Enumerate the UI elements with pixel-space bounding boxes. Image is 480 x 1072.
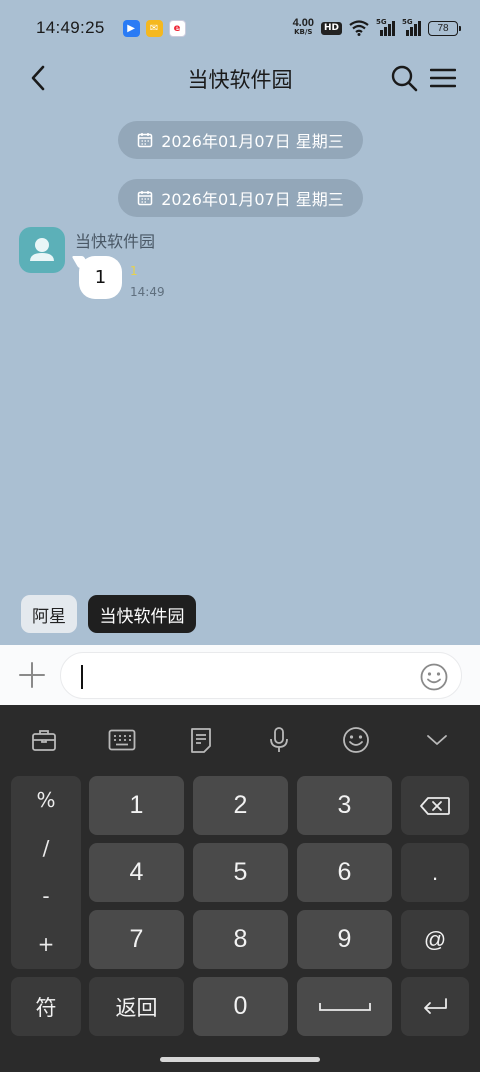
emoji-keyboard-button[interactable]	[341, 725, 371, 755]
space-key[interactable]	[297, 977, 392, 1036]
symbol-key[interactable]: -	[11, 884, 81, 908]
avatar[interactable]	[19, 227, 65, 273]
key-0[interactable]: 0	[193, 977, 288, 1036]
key-2[interactable]: 2	[193, 776, 288, 835]
date-label: 2026年01月07日 星期三	[161, 190, 344, 209]
notification-icons: ▶ ✉ e	[122, 19, 186, 37]
enter-icon	[424, 997, 447, 1014]
mail-notification-icon: ✉	[145, 19, 163, 37]
key-5[interactable]: 5	[193, 843, 288, 902]
date-divider: 2026年01月07日 星期三	[118, 179, 363, 217]
key-4[interactable]: 4	[89, 843, 184, 902]
message-bubble[interactable]: 1	[79, 256, 122, 299]
key-1[interactable]: 1	[89, 776, 184, 835]
add-button[interactable]	[16, 659, 48, 691]
text-caret	[81, 665, 83, 689]
message-text: 1	[94, 267, 107, 288]
symbol-switch-key[interactable]: 符	[11, 977, 81, 1036]
chat-header: 当快软件园	[0, 56, 480, 100]
home-indicator[interactable]	[160, 1057, 320, 1062]
voice-input-button[interactable]	[264, 725, 294, 755]
symbol-column: % / - +	[11, 776, 81, 969]
keyboard-toolbar	[0, 705, 480, 775]
menu-icon	[430, 68, 456, 88]
back-button[interactable]	[22, 62, 54, 94]
search-button[interactable]	[388, 62, 420, 94]
briefcase-icon	[32, 730, 56, 751]
date-divider: 2026年01月07日 星期三	[118, 121, 363, 159]
enter-key[interactable]	[401, 977, 469, 1036]
status-time: 14:49:25	[36, 18, 105, 37]
toolbox-button[interactable]	[29, 725, 59, 755]
user-icon	[30, 238, 54, 261]
symbol-key[interactable]: %	[11, 788, 81, 812]
numeric-keyboard: % / - + 1 2 3 4 5 6 . 7 8 9 @ 符 返回 0	[0, 705, 480, 1072]
plus-icon	[19, 662, 45, 688]
key-3[interactable]: 3	[297, 776, 392, 835]
chevron-left-icon	[31, 65, 45, 91]
microphone-icon	[270, 727, 288, 752]
menu-button[interactable]	[428, 62, 458, 94]
return-key[interactable]: 返回	[89, 977, 184, 1036]
emoji-button[interactable]	[419, 662, 449, 692]
read-count: 1	[130, 264, 138, 278]
backspace-key[interactable]	[401, 776, 469, 835]
status-bar: 14:49:25 ▶ ✉ e 4.00 KB/S HD 5G 5G 78	[0, 0, 480, 56]
search-icon	[391, 65, 418, 92]
keyboard-icon	[108, 729, 136, 751]
calendar-icon	[137, 191, 153, 206]
key-6[interactable]: 6	[297, 843, 392, 902]
smiley-icon	[343, 727, 369, 753]
input-bar	[0, 645, 480, 705]
message-input[interactable]	[60, 652, 462, 699]
key-9[interactable]: 9	[297, 910, 392, 969]
backspace-icon	[420, 796, 450, 815]
document-icon	[191, 728, 211, 753]
message-time: 14:49	[130, 285, 165, 299]
wifi-icon	[349, 20, 369, 36]
quick-reply-chip[interactable]: 阿星	[21, 595, 77, 633]
space-icon	[318, 1002, 371, 1011]
network-speed: 4.00 KB/S	[292, 17, 314, 37]
key-8[interactable]: 8	[193, 910, 288, 969]
hide-keyboard-button[interactable]	[422, 725, 452, 755]
keyboard-switch-button[interactable]	[107, 725, 137, 755]
calendar-icon	[137, 133, 153, 148]
battery-icon: 78	[428, 20, 461, 36]
cell-signal-icon: 5G	[402, 18, 421, 36]
key-7[interactable]: 7	[89, 910, 184, 969]
symbol-key[interactable]: /	[11, 836, 81, 860]
app-notification-icon: e	[168, 19, 186, 37]
sender-name: 当快软件园	[75, 232, 156, 251]
dot-key[interactable]: .	[401, 843, 469, 902]
quick-reply-chip-selected[interactable]: 当快软件园	[88, 595, 196, 633]
hd-icon: HD	[320, 21, 342, 35]
app-notification-icon: ▶	[122, 19, 140, 37]
smiley-icon	[420, 663, 448, 691]
cell-signal-icon: 5G	[376, 18, 395, 36]
clipboard-button[interactable]	[186, 725, 216, 755]
date-label: 2026年01月07日 星期三	[161, 132, 344, 151]
chevron-down-icon	[427, 735, 447, 745]
at-key[interactable]: @	[401, 910, 469, 969]
symbol-key[interactable]: +	[11, 932, 81, 956]
